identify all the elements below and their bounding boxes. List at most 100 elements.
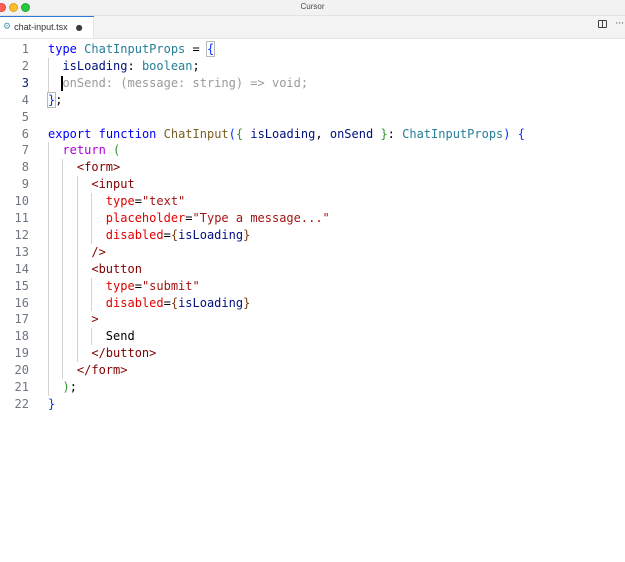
- code-line[interactable]: 13 />: [0, 244, 625, 261]
- code-token: disabled: [105, 227, 164, 242]
- code-token: boolean: [141, 58, 193, 73]
- code-token: =: [134, 194, 142, 209]
- code-token: ChatInput: [163, 126, 229, 141]
- indent-guide: [91, 277, 93, 312]
- code-line[interactable]: 21 );: [0, 379, 625, 396]
- code-token: isLoading: [250, 126, 316, 141]
- line-number: 3: [21, 75, 29, 90]
- code-line[interactable]: 9 <input: [0, 176, 625, 193]
- code-token: =: [163, 295, 171, 310]
- code-token: isLoading: [178, 295, 244, 310]
- code-token: :: [127, 58, 142, 73]
- code-token: disabled: [105, 295, 164, 310]
- code-text: <input: [48, 176, 135, 193]
- window-title: Cursor: [300, 2, 325, 11]
- code-text: >: [48, 311, 99, 328]
- tab-label: chat-input.tsx: [14, 22, 68, 32]
- code-line[interactable]: 19 </button>: [0, 345, 625, 362]
- indent-guide: [48, 142, 49, 396]
- code-line[interactable]: 1 type ChatInputProps = {: [0, 41, 625, 58]
- line-number: 11: [14, 211, 29, 225]
- code-text: return (: [48, 142, 120, 159]
- tab-chat-input[interactable]: ⚙ chat-input.tsx ●: [0, 16, 94, 38]
- code-line[interactable]: 8 <form>: [0, 159, 625, 176]
- code-line[interactable]: 17 >: [0, 311, 625, 328]
- code-text: type="text": [48, 193, 186, 210]
- code-token: </button>: [91, 346, 157, 361]
- code-token: =: [134, 278, 142, 293]
- line-number: 6: [21, 126, 29, 141]
- code-token: (: [113, 143, 121, 158]
- code-token: isLoading: [178, 227, 244, 242]
- code-token: <button: [91, 261, 142, 276]
- code-line[interactable]: 7 return (: [0, 142, 625, 159]
- code-token: {: [517, 126, 525, 141]
- code-token: placeholder: [105, 211, 186, 225]
- unsaved-dot-icon[interactable]: ●: [76, 23, 83, 32]
- code-line[interactable]: 14 <button: [0, 261, 625, 278]
- line-number: 21: [14, 380, 29, 394]
- code-line[interactable]: 12 disabled={isLoading}: [0, 227, 625, 244]
- tab-bar: ⚙ chat-input.tsx ● ···: [0, 16, 625, 39]
- code-token: "submit": [141, 278, 200, 293]
- code-text: type="submit": [48, 278, 200, 295]
- code-token: type: [105, 194, 135, 209]
- code-line[interactable]: 11 placeholder="Type a message...": [0, 210, 625, 227]
- editor-window: Cursor ⚙ chat-input.tsx ● ··· 1 type Chat…: [0, 0, 625, 562]
- line-number: 22: [14, 396, 29, 411]
- line-number: 1: [21, 42, 29, 56]
- code-token: ): [503, 126, 511, 141]
- code-token: ): [62, 380, 70, 394]
- code-token: {: [170, 295, 179, 310]
- code-line[interactable]: 20 </form>: [0, 362, 625, 379]
- code-token: {: [205, 41, 216, 57]
- split-editor-icon[interactable]: [598, 20, 608, 28]
- more-actions-icon[interactable]: ···: [615, 19, 624, 29]
- code-token: "Type a message...": [192, 211, 330, 225]
- line-number: 7: [21, 143, 29, 158]
- code-token: "text": [141, 194, 186, 209]
- code-line[interactable]: 10 type="text": [0, 193, 625, 210]
- line-number: 2: [21, 58, 29, 73]
- code-token: ;: [192, 58, 200, 73]
- code-token: }: [380, 126, 388, 141]
- code-token: <input: [91, 177, 135, 192]
- line-number: 17: [14, 312, 29, 327]
- code-line[interactable]: 3 onSend: (message: string) => void;: [0, 75, 625, 92]
- code-text: placeholder="Type a message...": [48, 210, 330, 227]
- code-line[interactable]: 18 Send: [0, 328, 625, 345]
- code-line[interactable]: 15 type="submit": [0, 278, 625, 295]
- code-token: >: [91, 312, 99, 327]
- code-token: export: [48, 126, 92, 141]
- code-line[interactable]: 22}: [0, 396, 625, 413]
- code-line[interactable]: 4};: [0, 91, 625, 109]
- code-token: =: [185, 42, 207, 56]
- code-token: ;: [55, 92, 63, 107]
- code-token: type: [48, 42, 77, 56]
- react-gear-icon: ⚙: [3, 22, 12, 32]
- line-number: 14: [14, 261, 29, 276]
- code-line[interactable]: 2 isLoading: boolean;: [0, 58, 625, 75]
- code-text: <form>: [48, 159, 120, 176]
- indent-guide: [76, 176, 78, 363]
- code-text: disabled={isLoading}: [48, 227, 251, 244]
- line-number: 5: [21, 109, 29, 124]
- code-token: ChatInputProps: [84, 42, 186, 56]
- code-token: :: [387, 126, 403, 141]
- line-number: 4: [21, 92, 29, 107]
- code-text: export function ChatInput({ isLoading, o…: [48, 126, 525, 143]
- active-tab-indicator: [0, 16, 94, 17]
- code-line[interactable]: 5: [0, 109, 625, 126]
- code-token: =: [163, 227, 171, 242]
- code-token: ChatInputProps: [402, 126, 504, 141]
- code-editor[interactable]: 1 type ChatInputProps = {2 isLoading: boo…: [0, 39, 625, 562]
- code-line[interactable]: 16 disabled={isLoading}: [0, 295, 625, 312]
- code-line[interactable]: 6 export function ChatInput({ isLoading, …: [0, 126, 625, 143]
